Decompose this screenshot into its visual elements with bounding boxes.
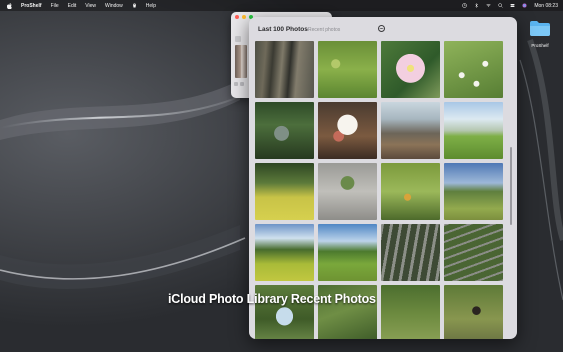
caption-overlay: iCloud Photo Library Recent Photos (168, 292, 376, 306)
share-icon[interactable] (240, 82, 244, 86)
photo-thumbnail[interactable] (381, 224, 440, 281)
photo-thumbnail[interactable] (318, 41, 377, 98)
menu-clock[interactable]: Mon 08:23 (534, 3, 558, 9)
sidebar-tab-icon[interactable] (235, 36, 241, 42)
vertical-scrollbar[interactable] (510, 147, 512, 225)
photo-thumbnail[interactable] (381, 102, 440, 159)
menu-app-name[interactable]: ProShelf (21, 3, 42, 9)
photos-window-title: Last 100 Photos (258, 26, 308, 33)
bluetooth-icon[interactable] (474, 3, 479, 8)
desktop-folder-label: ProShelf (531, 43, 549, 48)
menu-file[interactable]: File (51, 3, 59, 9)
menu-bar: ProShelf File Edit View Window Help Mon … (0, 0, 563, 11)
bucket-menu-icon[interactable] (132, 3, 137, 8)
photo-thumbnail[interactable] (318, 102, 377, 159)
photo-thumbnail[interactable] (444, 163, 503, 220)
photo-thumbnail[interactable] (318, 163, 377, 220)
photo-thumbnail[interactable] (444, 41, 503, 98)
photo-thumbnail[interactable] (444, 102, 503, 159)
photo-thumbnail[interactable] (255, 41, 314, 98)
photos-window-subtitle: Recent photos (308, 27, 341, 33)
shelf-item-thumbnail[interactable] (235, 45, 247, 78)
photo-thumbnail[interactable] (381, 41, 440, 98)
desktop-folder[interactable]: ProShelf (527, 20, 553, 48)
photos-window[interactable]: Last 100 Photos Recent photos (249, 17, 517, 339)
control-center-icon[interactable] (510, 3, 515, 8)
menu-window[interactable]: Window (105, 3, 123, 9)
palette-footer (234, 82, 244, 86)
menu-view[interactable]: View (85, 3, 96, 9)
menu-edit[interactable]: Edit (68, 3, 77, 9)
ellipsis-icon (379, 28, 384, 29)
photo-thumbnail[interactable] (318, 224, 377, 281)
search-icon[interactable] (498, 3, 504, 8)
photos-title-bar: Last 100 Photos Recent photos (249, 17, 517, 41)
info-icon[interactable] (234, 82, 238, 86)
menu-help[interactable]: Help (146, 3, 156, 9)
minimize-button[interactable] (242, 15, 246, 19)
clock-status-icon[interactable] (462, 3, 468, 8)
wifi-icon[interactable] (486, 3, 492, 8)
photo-thumbnail[interactable] (255, 224, 314, 281)
photo-thumbnail[interactable] (444, 224, 503, 281)
apple-icon[interactable] (7, 2, 12, 9)
siri-icon[interactable] (522, 3, 527, 8)
photo-thumbnail[interactable] (444, 285, 503, 339)
more-options-button[interactable] (378, 25, 385, 32)
folder-icon (530, 21, 550, 36)
photo-thumbnail[interactable] (255, 163, 314, 220)
photo-thumbnail[interactable] (255, 102, 314, 159)
close-button[interactable] (235, 15, 239, 19)
photo-thumbnail[interactable] (381, 163, 440, 220)
photo-thumbnail[interactable] (381, 285, 440, 339)
